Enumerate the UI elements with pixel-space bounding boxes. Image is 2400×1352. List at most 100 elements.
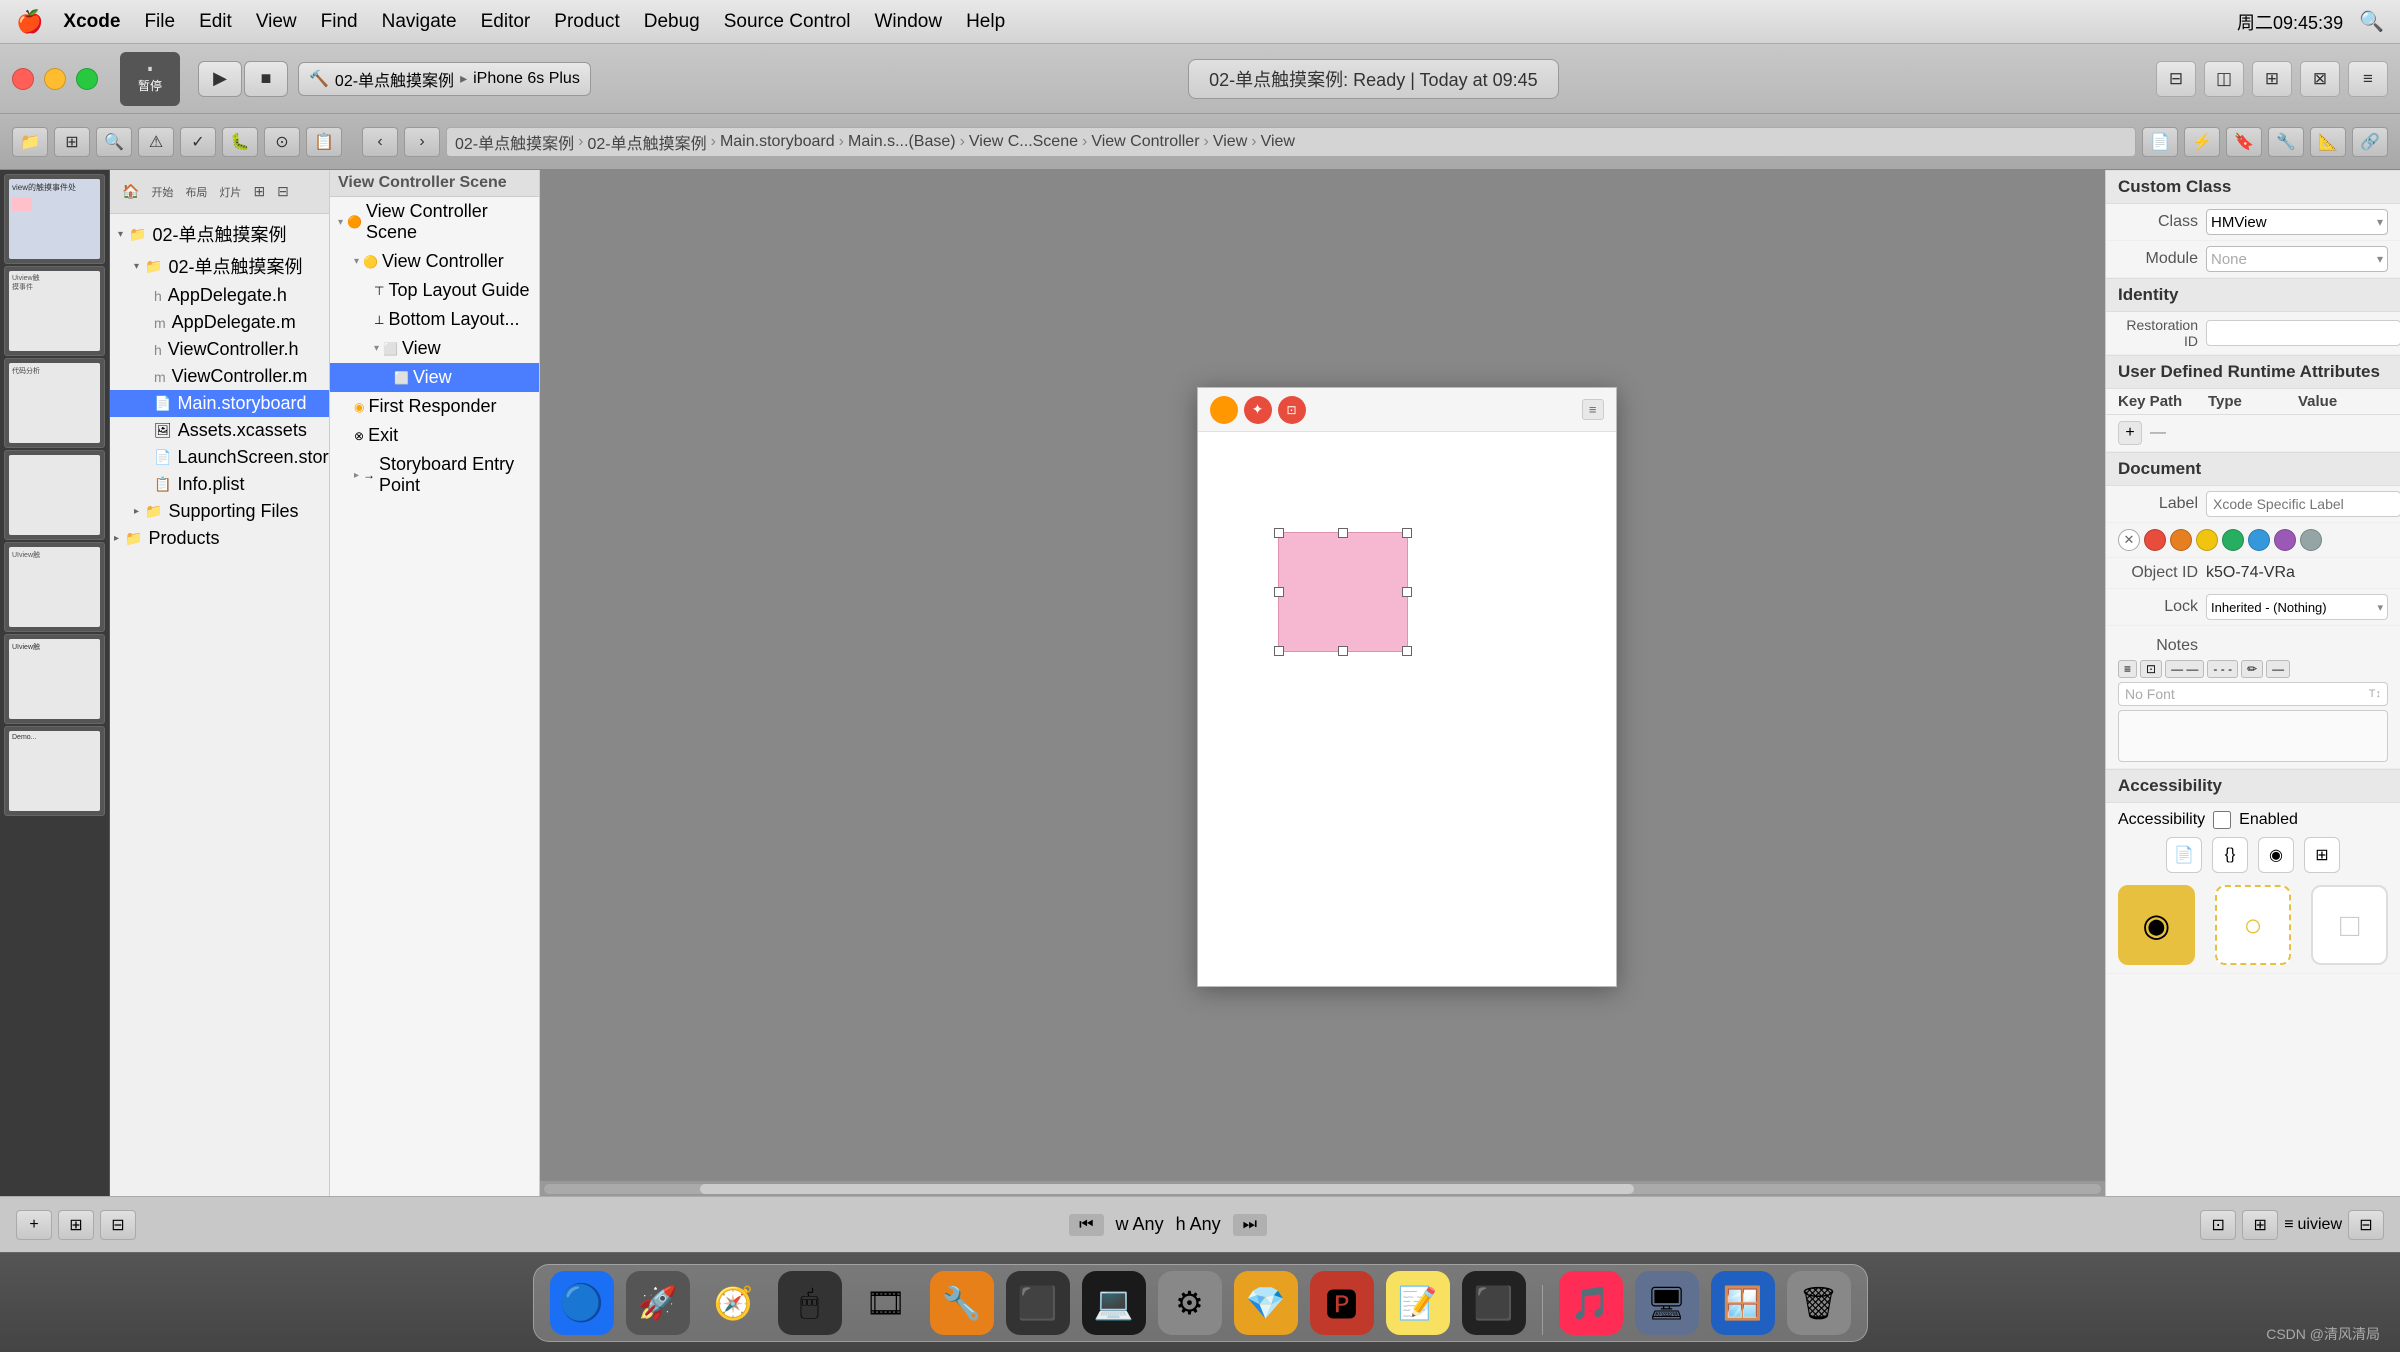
file-item-supporting-files[interactable]: ▸ 📁 Supporting Files (110, 498, 329, 525)
color-orange-btn[interactable] (2170, 529, 2192, 551)
menu-search[interactable]: 🔍 (2359, 9, 2384, 34)
file-item-group[interactable]: ▾ 📁 02-单点触摸案例 (110, 250, 329, 282)
dock-mouse[interactable]: 🖱 (778, 1271, 842, 1335)
dock-terminal[interactable]: 💻 (1082, 1271, 1146, 1335)
handle-tl[interactable] (1274, 528, 1284, 538)
scrollbar-thumb[interactable] (700, 1184, 1634, 1194)
acc-icon-file[interactable]: 📄 (2166, 837, 2202, 873)
dock-settings[interactable]: ⚙ (1158, 1271, 1222, 1335)
canvas-scrollable[interactable]: ✦ ⊡ ≡ → (540, 170, 2105, 1180)
apple-menu[interactable]: 🍎 (16, 9, 43, 35)
scheme-selector[interactable]: 🔨 02-单点触摸案例 ▸ iPhone 6s Plus (298, 62, 591, 96)
editor-toggle[interactable]: ◫ (2204, 61, 2244, 97)
breadcrumb-8[interactable]: View (1261, 133, 1295, 151)
outline-vc-scene[interactable]: ▾ 🟠 View Controller Scene (330, 197, 539, 247)
nav-hierarchy-btn[interactable]: ⊞ (54, 127, 90, 157)
inspector-file-btn[interactable]: 📄 (2142, 127, 2178, 157)
breadcrumb-1[interactable]: 02-单点触摸案例 (455, 130, 574, 154)
menu-editor[interactable]: Editor (481, 11, 531, 33)
nav-light-btn[interactable]: 灯片 (215, 182, 245, 202)
dock-trash[interactable]: 🗑 (1787, 1271, 1851, 1335)
label-input[interactable] (2206, 491, 2400, 517)
outline-top-layout[interactable]: ⊤ Top Layout Guide (330, 276, 539, 305)
acc-visual-inactive[interactable]: □ (2311, 885, 2388, 965)
nav-begin-btn[interactable]: 开始 (147, 182, 177, 202)
acc-visual-dashed[interactable]: ○ (2215, 885, 2292, 965)
outline-vc[interactable]: ▾ 🟡 View Controller (330, 247, 539, 276)
handle-tm[interactable] (1338, 528, 1348, 538)
outline-storyboard-entry[interactable]: ▸ → Storyboard Entry Point (330, 450, 539, 500)
note-style-btn4[interactable]: - - - (2207, 660, 2238, 678)
module-dropdown[interactable]: None ▾ (2206, 246, 2388, 272)
handle-ml[interactable] (1274, 587, 1284, 597)
nav-slides-btn[interactable]: ⊞ (249, 181, 269, 202)
dock-pockity[interactable]: 🅿 (1310, 1271, 1374, 1335)
file-item-info-plist[interactable]: 📋 Info.plist (110, 471, 329, 498)
breadcrumb-4[interactable]: Main.s...(Base) (848, 133, 956, 151)
debug-toggle[interactable]: ≡ (2348, 61, 2388, 97)
nav-test-btn[interactable]: ✓ (180, 127, 216, 157)
breadcrumb-6[interactable]: View Controller (1091, 133, 1199, 151)
dock-window[interactable]: 🪟 (1711, 1271, 1775, 1335)
pink-view-container[interactable] (1278, 532, 1408, 652)
dock-app2[interactable]: ⬛ (1462, 1271, 1526, 1335)
acc-icon-circle[interactable]: ◉ (2258, 837, 2294, 873)
dock-photos[interactable]: 🎞 (854, 1271, 918, 1335)
dock-app1[interactable]: ⬛ (1006, 1271, 1070, 1335)
menu-file[interactable]: File (144, 11, 175, 33)
add-object-btn[interactable]: + (16, 1210, 52, 1240)
color-red-btn[interactable] (2144, 529, 2166, 551)
nav-reports-btn[interactable]: 📋 (306, 127, 342, 157)
maximize-button[interactable] (76, 68, 98, 90)
color-gray-btn[interactable] (2300, 529, 2322, 551)
acc-icon-code[interactable]: {} (2212, 837, 2248, 873)
color-green-btn[interactable] (2222, 529, 2244, 551)
dock-notes[interactable]: 📝 (1386, 1271, 1450, 1335)
assistant-toggle[interactable]: ⊞ (2252, 61, 2292, 97)
nav-warning-btn[interactable]: ⚠ (138, 127, 174, 157)
menu-debug[interactable]: Debug (644, 11, 700, 33)
nav-folder-btn[interactable]: 📁 (12, 127, 48, 157)
inspector-size-btn[interactable]: 📐 (2310, 127, 2346, 157)
utilities-toggle[interactable]: ⊠ (2300, 61, 2340, 97)
slide-item-6[interactable]: 6 UIview触 (4, 634, 105, 724)
menu-navigate[interactable]: Navigate (382, 11, 457, 33)
inspector-id-btn[interactable]: 🔖 (2226, 127, 2262, 157)
lock-dropdown[interactable]: Inherited - (Nothing) ▾ (2206, 594, 2388, 620)
nav-breakpoints-btn[interactable]: ⊙ (264, 127, 300, 157)
breadcrumb-5[interactable]: View C...Scene (969, 133, 1078, 151)
menu-window[interactable]: Window (874, 11, 942, 33)
outline-view-parent[interactable]: ▾ ⬜ View (330, 334, 539, 363)
zoom-in-btn[interactable]: ⊞ (2242, 1210, 2278, 1240)
file-item-viewcontroller-m[interactable]: m ViewController.m (110, 363, 329, 390)
dock-finder[interactable]: 🔵 (550, 1271, 614, 1335)
handle-mr[interactable] (1402, 587, 1412, 597)
handle-bl[interactable] (1274, 646, 1284, 656)
acc-visual-active[interactable]: ◉ (2118, 885, 2195, 965)
dock-vmware[interactable]: 🖥 (1635, 1271, 1699, 1335)
close-button[interactable] (12, 68, 34, 90)
inspector-quick-btn[interactable]: ⚡ (2184, 127, 2220, 157)
mockup-menu-btn[interactable]: ≡ (1582, 399, 1604, 420)
note-style-btn1[interactable]: ≡ (2118, 660, 2137, 678)
handle-tr[interactable] (1402, 528, 1412, 538)
dock-launchpad[interactable]: 🚀 (626, 1271, 690, 1335)
canvas-scrollbar[interactable] (540, 1180, 2105, 1196)
slide-item-2[interactable]: 2 Uiview触摸事件 (4, 266, 105, 356)
dock-music[interactable]: 🎵 (1559, 1271, 1623, 1335)
note-style-btn5[interactable]: ✏ (2241, 660, 2263, 678)
pause-controls-left[interactable]: ⏮ (1069, 1214, 1103, 1236)
dock-safari[interactable]: 🧭 (702, 1271, 766, 1335)
outline-view-child[interactable]: ⬜ View (330, 363, 539, 392)
note-style-btn3[interactable]: — — (2165, 660, 2204, 678)
note-style-btn6[interactable]: — (2266, 660, 2290, 678)
file-item-main-storyboard[interactable]: 📄 Main.storyboard (110, 390, 329, 417)
accessibility-checkbox[interactable] (2213, 811, 2231, 829)
file-item-project[interactable]: ▾ 📁 02-单点触摸案例 (110, 218, 329, 250)
color-blue-btn[interactable] (2248, 529, 2270, 551)
dock-sketch[interactable]: 💎 (1234, 1271, 1298, 1335)
color-none-btn[interactable]: ✕ (2118, 529, 2140, 551)
file-item-appdelegate-m[interactable]: m AppDelegate.m (110, 309, 329, 336)
zoom-out-btn[interactable]: ⊟ (2348, 1210, 2384, 1240)
inspector-conn-btn[interactable]: 🔗 (2352, 127, 2388, 157)
